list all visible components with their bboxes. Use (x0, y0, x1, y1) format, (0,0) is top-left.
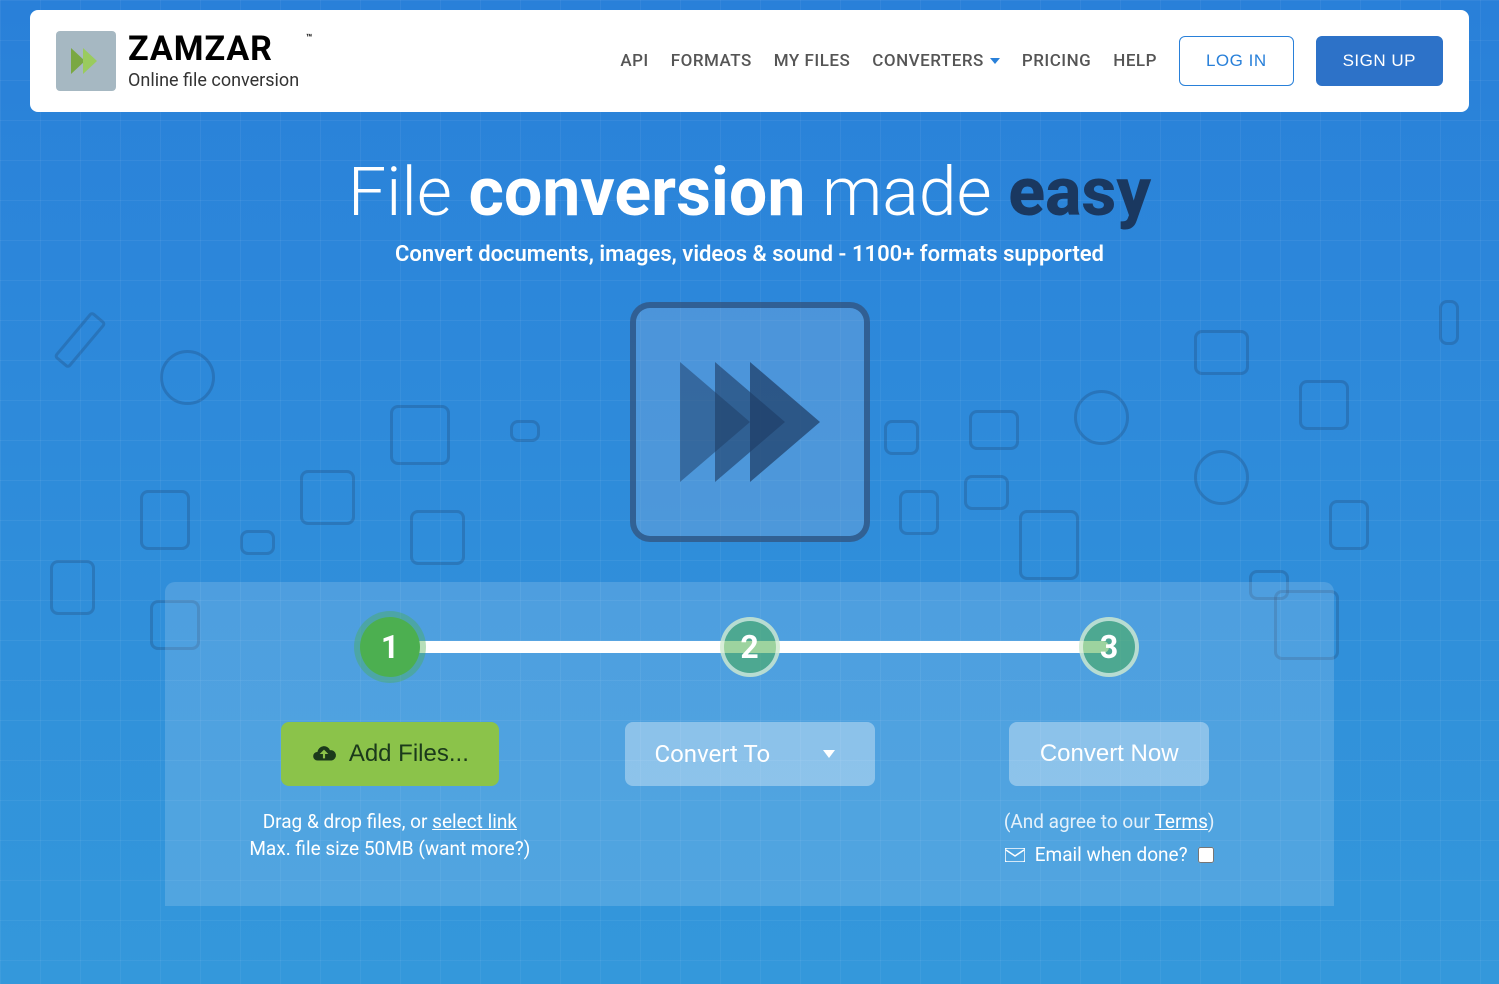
convert-now-button[interactable]: Convert Now (1009, 722, 1209, 786)
max-size-hint: Max. file size 50MB (want more?) (249, 837, 530, 860)
signup-button[interactable]: SIGN UP (1316, 36, 1443, 86)
nav-formats[interactable]: FORMATS (671, 51, 752, 71)
brand-name: ZAMZAR™ (128, 32, 299, 66)
want-more-link[interactable]: want more? (425, 837, 524, 860)
nav-pricing[interactable]: PRICING (1022, 51, 1091, 71)
brand-tagline: Online file conversion (128, 72, 299, 90)
add-files-button[interactable]: Add Files... (281, 722, 499, 786)
email-when-done-checkbox[interactable] (1198, 847, 1214, 863)
chevron-down-icon (823, 750, 835, 758)
hero-title: File conversion made easy (20, 152, 1479, 232)
email-label: Email when done? (1035, 843, 1188, 866)
upload-cloud-icon (311, 741, 337, 767)
nav-help[interactable]: HELP (1113, 51, 1157, 71)
agree-text: (And agree to our Terms) (1004, 810, 1215, 833)
drag-hint: Drag & drop files, or select link (263, 810, 517, 833)
logo-icon (56, 31, 116, 91)
login-button[interactable]: LOG IN (1179, 36, 1294, 86)
terms-link[interactable]: Terms (1154, 810, 1207, 833)
step-indicator: 1 2 3 (220, 612, 1279, 682)
select-link[interactable]: select link (432, 810, 517, 833)
envelope-icon (1005, 848, 1025, 862)
step-2: 2 (720, 617, 780, 677)
hero-subtitle: Convert documents, images, videos & soun… (20, 242, 1479, 267)
nav-myfiles[interactable]: MY FILES (774, 51, 851, 71)
step-1: 1 (360, 617, 420, 677)
logo[interactable]: ZAMZAR™ Online file conversion (56, 31, 299, 91)
hero: File conversion made easy Convert docume… (0, 112, 1499, 277)
navbar: ZAMZAR™ Online file conversion API FORMA… (30, 10, 1469, 112)
nav-converters[interactable]: CONVERTERS (872, 51, 1000, 71)
step-3: 3 (1079, 617, 1139, 677)
hero-graphic (630, 302, 870, 542)
caret-down-icon (990, 58, 1000, 64)
nav-api[interactable]: API (620, 51, 648, 71)
convert-to-select[interactable]: Convert To (625, 722, 875, 786)
converter-panel: 1 2 3 Add Files... Drag & drop files, or… (165, 582, 1334, 906)
